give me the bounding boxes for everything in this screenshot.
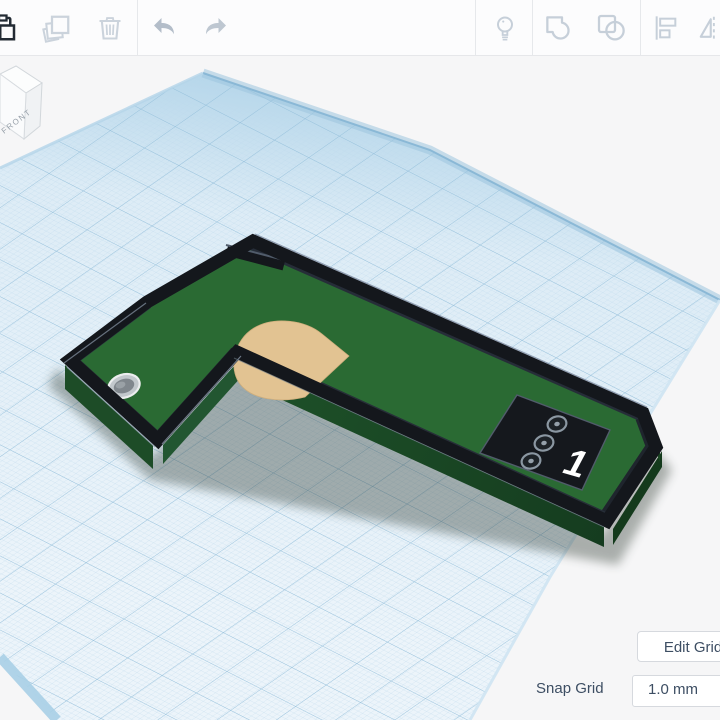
undo-icon (154, 18, 174, 35)
align-button[interactable] (650, 12, 682, 44)
align-icon (655, 16, 677, 40)
tinkercad-editor: 1 FRONT Edit Grid Snap Grid 1.0 mm (0, 0, 720, 720)
edit-grid-button[interactable]: Edit Grid (637, 631, 720, 662)
paste-icon (0, 14, 16, 41)
duplicate-button[interactable] (41, 12, 73, 44)
toolbar-separator (532, 0, 533, 55)
duplicate-icon (42, 15, 70, 43)
flip-icon (699, 16, 715, 40)
paste-button[interactable] (0, 12, 20, 44)
lightbulb-icon (497, 16, 513, 41)
view-cube[interactable]: FRONT (0, 65, 43, 141)
snap-grid-label: Snap Grid (536, 680, 604, 697)
redo-button[interactable] (200, 12, 232, 44)
ungroup-button[interactable] (595, 12, 627, 44)
snap-grid-value: 1.0 mm (648, 681, 699, 698)
top-toolbar (0, 0, 720, 56)
trash-icon (99, 17, 121, 40)
redo-icon (206, 18, 226, 35)
viewport[interactable]: 1 FRONT Edit Grid Snap Grid 1.0 mm (0, 56, 720, 720)
group-button[interactable] (542, 12, 574, 44)
delete-button[interactable] (94, 12, 126, 44)
group-icon (546, 16, 570, 40)
toolbar-separator (475, 0, 476, 55)
undo-button[interactable] (148, 12, 180, 44)
ungroup-icon (597, 14, 625, 41)
flip-button[interactable] (696, 12, 720, 44)
visibility-button[interactable] (489, 12, 521, 44)
toolbar-separator (137, 0, 138, 55)
scene-3d: 1 FRONT (0, 65, 720, 720)
toolbar-separator (640, 0, 641, 55)
snap-grid-select[interactable]: 1.0 mm (632, 675, 720, 707)
